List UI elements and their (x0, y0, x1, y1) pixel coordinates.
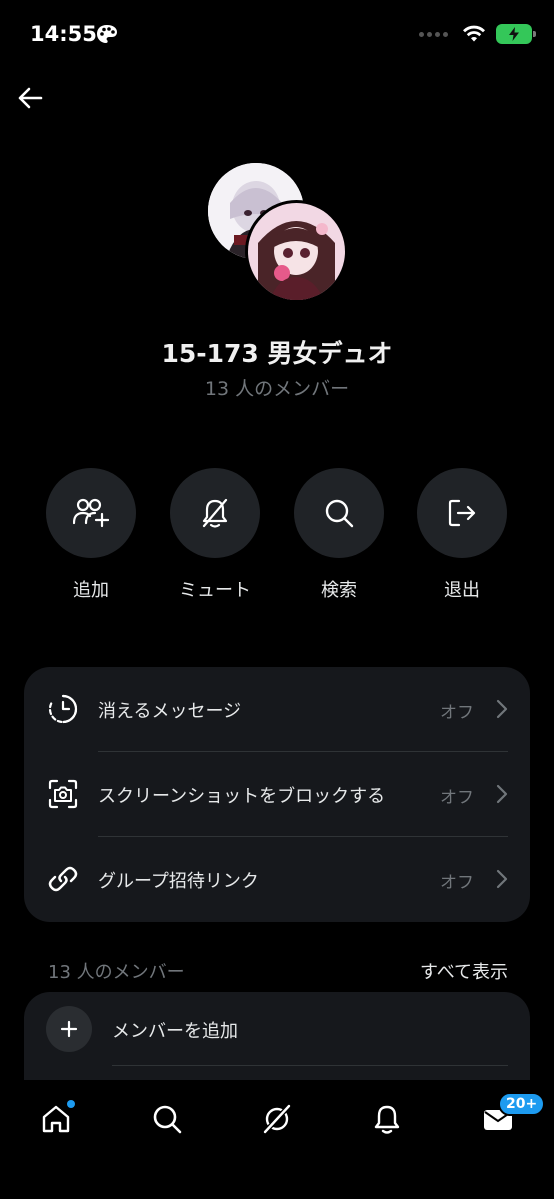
leave-action-button[interactable]: 退出 (402, 468, 522, 602)
settings-card: 消えるメッセージ オフ スクリーンショットをブロックする オフ グループ招待リン… (24, 667, 530, 922)
palette-icon (97, 25, 117, 43)
chevron-right-icon (496, 784, 508, 804)
messages-badge: 20+ (498, 1092, 546, 1116)
members-divider (112, 1065, 508, 1066)
bell-off-icon (170, 468, 260, 558)
members-header: 13 人のメンバー すべて表示 (48, 956, 508, 984)
group-actions: 追加 ミュート 検索 退出 (0, 468, 554, 608)
nav-notifications[interactable] (362, 1094, 412, 1144)
add-people-icon (46, 468, 136, 558)
status-time: 14:55 (30, 22, 97, 46)
member-avatar-2 (245, 200, 348, 303)
show-all-members-link[interactable]: すべて表示 (420, 958, 508, 984)
add-member-label: メンバーを追加 (112, 1021, 238, 1042)
back-button[interactable] (12, 80, 48, 116)
mute-action-label: ミュート (179, 580, 251, 601)
search-icon (153, 1105, 182, 1134)
add-action-label: 追加 (73, 580, 109, 601)
nav-explore[interactable] (142, 1094, 192, 1144)
link-icon (48, 866, 78, 892)
add-member-row[interactable]: メンバーを追加 (24, 1006, 530, 1052)
leave-action-label: 退出 (444, 580, 480, 601)
cellular-signal-icon (419, 31, 448, 37)
group-avatar (208, 163, 348, 303)
search-action-button[interactable]: 検索 (279, 468, 399, 602)
nav-home[interactable] (31, 1094, 81, 1144)
battery-icon (496, 24, 536, 44)
chevron-right-icon (496, 699, 508, 719)
block-screenshots-label: スクリーンショットをブロックする (98, 786, 386, 807)
arrow-left-icon (18, 87, 43, 109)
leave-icon (417, 468, 507, 558)
plus-icon (46, 1006, 92, 1052)
disappearing-messages-row[interactable]: 消えるメッセージ オフ (24, 667, 530, 752)
mute-action-button[interactable]: ミュート (155, 468, 275, 602)
members-count-label: 13 人のメンバー (48, 962, 185, 983)
screenshot-camera-icon (48, 779, 78, 809)
wifi-icon (463, 25, 485, 42)
home-icon (42, 1105, 70, 1133)
status-bar: 14:55 (0, 0, 554, 70)
status-indicators (419, 24, 536, 44)
block-screenshots-value: オフ (440, 788, 474, 808)
bell-icon (374, 1105, 400, 1134)
grok-icon (263, 1104, 291, 1134)
home-notification-dot (67, 1100, 75, 1108)
bottom-nav: 20+ (0, 1080, 554, 1199)
search-icon (294, 468, 384, 558)
disappearing-messages-label: 消えるメッセージ (98, 701, 242, 722)
chevron-right-icon (496, 869, 508, 889)
search-action-label: 検索 (321, 580, 357, 601)
add-action-button[interactable]: 追加 (31, 468, 151, 602)
group-title: 15-173 男女デュオ (161, 339, 393, 368)
disappearing-messages-value: オフ (440, 703, 474, 723)
group-invite-link-value: オフ (440, 873, 474, 893)
group-invite-link-row[interactable]: グループ招待リンク オフ (24, 837, 530, 922)
group-member-count: 13 人のメンバー (204, 378, 350, 400)
timer-icon (48, 694, 78, 724)
block-screenshots-row[interactable]: スクリーンショットをブロックする オフ (24, 752, 530, 837)
nav-grok[interactable] (252, 1094, 302, 1144)
group-invite-link-label: グループ招待リンク (98, 871, 259, 892)
